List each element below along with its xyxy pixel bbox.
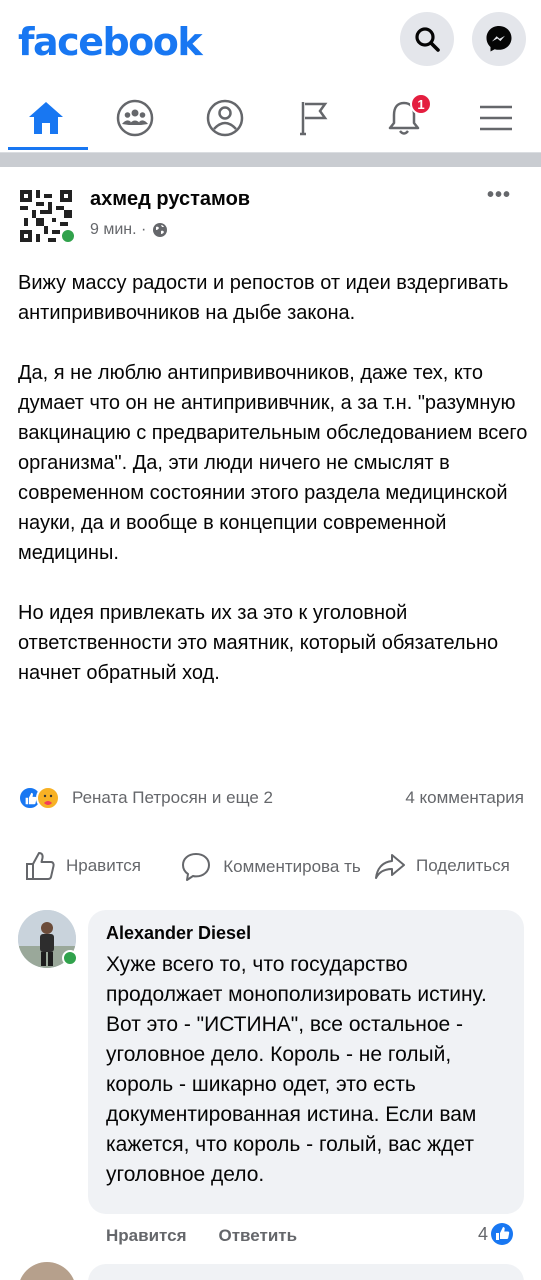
comment-author-name[interactable]: Alexander Diesel — [106, 923, 251, 944]
search-icon — [415, 27, 440, 52]
messenger-button[interactable] — [472, 12, 526, 66]
tab-pages[interactable] — [272, 84, 356, 152]
search-button[interactable] — [400, 12, 454, 66]
facebook-logo[interactable]: facebook — [18, 20, 203, 64]
reactions-summary[interactable]: Рената Петросян и еще 2 4 комментария — [18, 786, 524, 812]
share-button[interactable]: Поделиться — [374, 838, 510, 894]
tab-groups[interactable] — [93, 84, 177, 152]
globe-icon — [153, 223, 168, 237]
notification-badge: 1 — [410, 93, 432, 115]
post-actions: Нравится Комментирова ть Поделиться — [0, 838, 541, 894]
feed-separator — [0, 153, 541, 167]
next-commenter-avatar[interactable] — [18, 1262, 76, 1280]
post-time[interactable]: 9 мин. · — [90, 221, 146, 239]
care-reaction-icon — [36, 786, 60, 810]
groups-icon — [116, 99, 154, 137]
post-options-button[interactable]: ••• — [487, 184, 511, 207]
post-author-name[interactable]: ахмед рустамов — [90, 188, 250, 211]
comment-button[interactable]: Комментирова ть — [180, 838, 362, 894]
comment-actions: Нравится Ответить — [106, 1226, 297, 1246]
thumbs-up-icon — [26, 852, 55, 880]
like-reaction-icon — [491, 1223, 514, 1245]
post-paragraph: Но идея привлекать их за это к уголовной… — [18, 602, 499, 684]
hamburger-icon — [480, 105, 512, 131]
like-button-label: Нравится — [66, 856, 142, 875]
like-button[interactable]: Нравится — [24, 838, 141, 894]
post-paragraph: Вижу массу радости и репостов от идеи вз… — [18, 272, 509, 324]
comment-reactions[interactable]: 4 — [478, 1222, 514, 1246]
messenger-icon — [486, 26, 512, 52]
commenter-online-indicator — [62, 950, 78, 966]
flag-icon — [300, 102, 328, 136]
next-comment-bubble[interactable] — [88, 1264, 524, 1280]
share-button-label: Поделиться — [416, 856, 510, 875]
comment-like-button[interactable]: Нравится — [106, 1226, 187, 1246]
comment-reply-button[interactable]: Ответить — [219, 1226, 298, 1246]
comment-icon — [182, 853, 210, 881]
reactions-text[interactable]: Рената Петросян и еще 2 — [72, 788, 273, 808]
comment-reaction-count: 4 — [478, 1223, 489, 1244]
tab-notifications[interactable] — [362, 84, 446, 152]
tab-home[interactable] — [4, 84, 88, 152]
post-paragraph: Да, я не люблю антипрививочников, даже т… — [18, 362, 528, 564]
tab-profile[interactable] — [183, 84, 267, 152]
comments-count[interactable]: 4 комментария — [405, 788, 524, 808]
reaction-icons — [18, 786, 60, 810]
share-icon — [375, 854, 405, 879]
tab-menu[interactable] — [454, 84, 538, 152]
home-icon — [29, 102, 63, 134]
author-online-indicator — [60, 228, 76, 244]
post-meta: 9 мин. · — [90, 221, 168, 239]
comment-button-label: Комментирова ть — [223, 856, 361, 876]
profile-icon — [206, 99, 244, 137]
comment-text: Хуже всего то, что государство продолжае… — [106, 953, 487, 1186]
top-bar: facebook — [0, 0, 541, 78]
main-nav — [0, 84, 541, 154]
post-body: Вижу массу радости и репостов от идеи вз… — [18, 268, 528, 718]
